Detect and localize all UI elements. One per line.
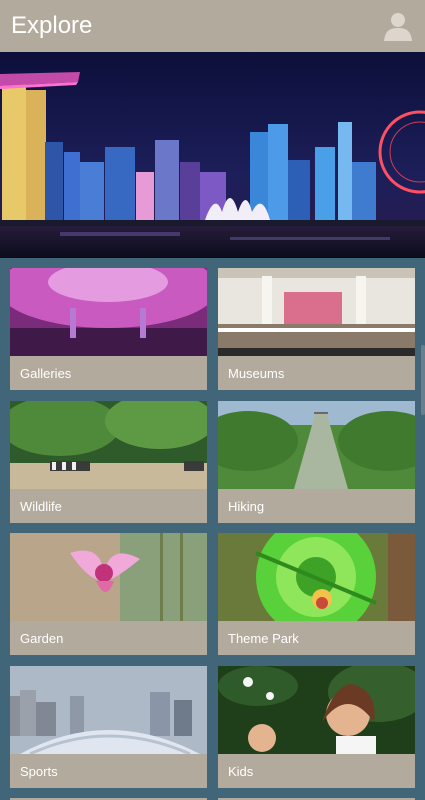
category-tile-sports[interactable]: Sports (10, 666, 207, 788)
category-tile-garden[interactable]: Garden (10, 533, 207, 655)
category-label: Kids (228, 764, 254, 779)
app-bar: Explore (0, 0, 425, 52)
category-label: Hiking (228, 499, 265, 514)
category-tile-galleries[interactable]: Galleries (10, 268, 207, 390)
scrollbar[interactable] (421, 345, 425, 415)
category-label: Sports (20, 764, 58, 779)
garden-image (10, 533, 207, 621)
theme-park-image (218, 533, 415, 621)
category-tile-museums[interactable]: Museums (218, 268, 415, 390)
category-label: Museums (228, 366, 285, 381)
category-grid: Galleries Museums Wildlife Hiking Garden… (0, 258, 425, 800)
page-title: Explore (11, 12, 93, 39)
category-label: Galleries (20, 366, 72, 381)
category-tile-kids[interactable]: Kids (218, 666, 415, 788)
hero-banner-image (0, 52, 425, 258)
category-tile-hiking[interactable]: Hiking (218, 401, 415, 523)
category-label: Wildlife (20, 499, 62, 514)
wildlife-image (10, 401, 207, 489)
category-tile-theme-park[interactable]: Theme Park (218, 533, 415, 655)
category-label: Theme Park (228, 631, 299, 646)
profile-icon[interactable] (381, 8, 415, 42)
sports-image (10, 666, 207, 754)
category-tile-wildlife[interactable]: Wildlife (10, 401, 207, 523)
galleries-image (10, 268, 207, 356)
hiking-image (218, 401, 415, 489)
kids-image (218, 666, 415, 754)
category-label: Garden (20, 631, 64, 646)
museums-image (218, 268, 415, 356)
